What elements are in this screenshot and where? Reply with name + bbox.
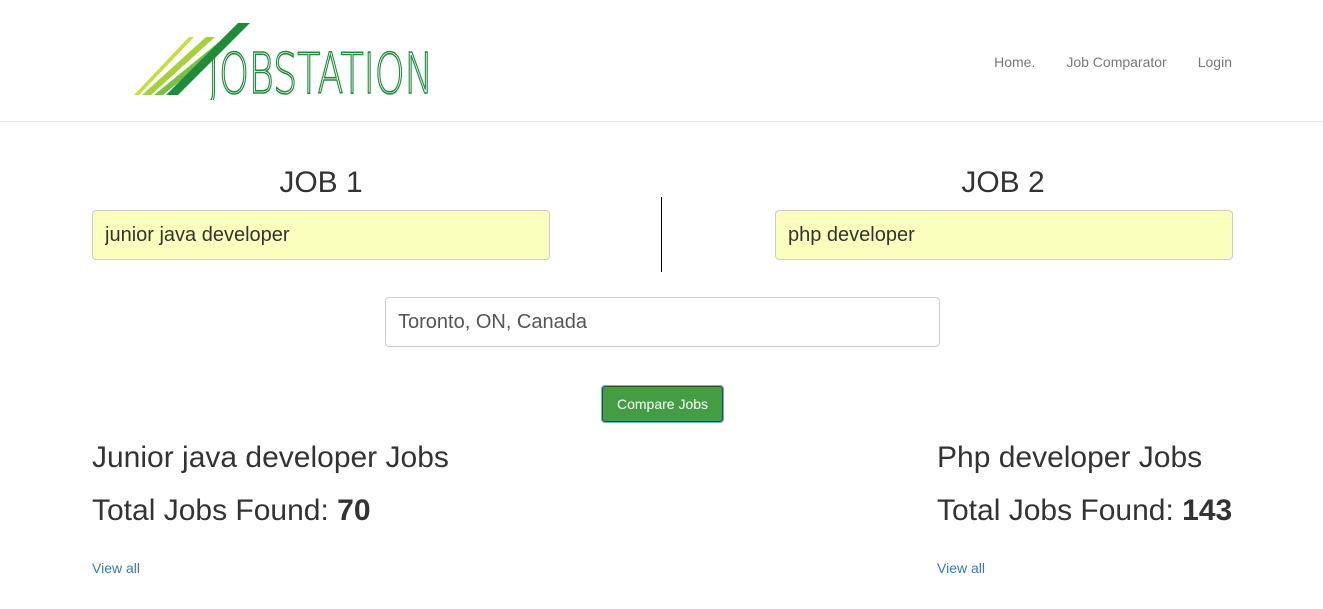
job1-total-line: Total Jobs Found: 70 — [92, 494, 371, 528]
logo-text: JOBSTATION — [208, 42, 433, 100]
job1-total-count: 70 — [337, 494, 371, 527]
job1-results-heading: Junior java developer Jobs — [92, 441, 449, 474]
job2-view-all-link[interactable]: View all — [937, 559, 985, 577]
compare-jobs-button[interactable]: Compare Jobs — [602, 386, 723, 422]
job2-total-label: Total Jobs Found: — [937, 494, 1174, 527]
nav-login-link[interactable]: Login — [1198, 53, 1232, 71]
job2-results-heading: Php developer Jobs — [937, 441, 1203, 474]
job1-title: JOB 1 — [279, 166, 363, 199]
nav-home-link[interactable]: Home. — [994, 53, 1035, 71]
job1-view-all-link[interactable]: View all — [92, 559, 140, 577]
jobstation-logo[interactable]: JOBSTATION — [132, 20, 437, 100]
vertical-divider — [661, 197, 662, 272]
nav-links: Home. Job Comparator Login — [963, 53, 1232, 71]
location-input[interactable] — [385, 297, 940, 347]
job2-input[interactable] — [775, 210, 1233, 260]
job2-title: JOB 2 — [961, 166, 1045, 199]
job2-total-line: Total Jobs Found: 143 — [937, 494, 1232, 528]
job2-total-count: 143 — [1182, 494, 1233, 527]
navbar: JOBSTATION Home. Job Comparator Login — [0, 0, 1323, 122]
nav-job-comparator-link[interactable]: Job Comparator — [1066, 53, 1166, 71]
job1-total-label: Total Jobs Found: — [92, 494, 329, 527]
job1-input[interactable] — [92, 210, 550, 260]
